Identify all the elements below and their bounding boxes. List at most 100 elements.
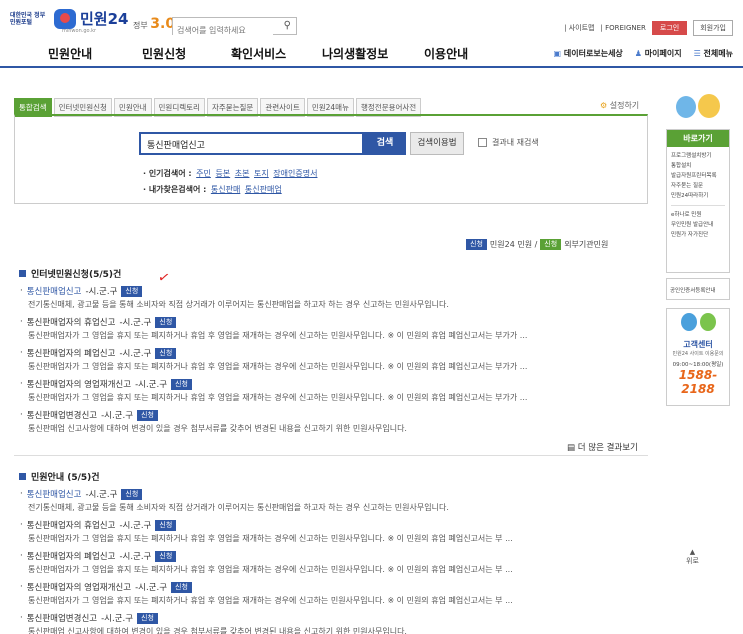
nav-life-info[interactable]: 나의생활정보 xyxy=(322,45,388,62)
top-search-input[interactable] xyxy=(173,22,273,39)
quick-links-title: 바로가기 xyxy=(667,130,729,147)
foreigner-link[interactable]: | FOREIGNER xyxy=(600,24,645,32)
result-title[interactable]: · 통신판매업자의 영업재개신고 -시.군.구 신청 xyxy=(20,581,640,593)
apply-legend-text: 민원24 민원 / xyxy=(489,240,538,249)
apply-legend: 신청 민원24 민원 / 신청 외부기관민원 xyxy=(466,239,608,250)
section-title-guide: 민원안내 (5/5)건 xyxy=(19,470,100,483)
result-desc: 통신판매업자가 그 영업을 휴지 또는 폐지하거나 휴업 후 영업을 재개하는 … xyxy=(28,534,513,543)
chevron-up-icon: ▲ xyxy=(689,548,696,556)
login-button[interactable]: 로그인 xyxy=(651,21,688,35)
gear-icon: ⚙ xyxy=(600,101,608,110)
popular-keyword[interactable]: 주민 xyxy=(196,169,211,178)
mascot-icon xyxy=(699,313,716,331)
section-square-icon xyxy=(19,270,26,277)
result-title[interactable]: · 통신판매업신고 -시.군.구 신청 xyxy=(20,488,640,500)
call-center-panel: 고객센터 민원24 사이트 이용문의 09:00~18:00(평일) 1588-… xyxy=(666,308,730,406)
checkbox-icon xyxy=(478,138,487,147)
list-item: · 통신판매업자의 영업재개신고 -시.군.구 신청 통신판매업자가 그 영업을 휴… xyxy=(20,378,640,403)
section-title-internet-apply: 인터넷민원신청(5/5)건 xyxy=(19,267,121,280)
popular-keyword[interactable]: 등본 xyxy=(215,169,230,178)
nav-minwon-guide[interactable]: 민원안내 xyxy=(48,45,92,62)
list-item: · 통신판매업변경신고 -시.군.구 신청 통신판매업 신고사항에 대하여 변경이 … xyxy=(20,409,640,434)
my-keyword[interactable]: 통신판매업 xyxy=(245,185,282,194)
monitor-icon: ▣ xyxy=(553,49,562,58)
scroll-top-button[interactable]: ▲ 위로 xyxy=(686,548,699,566)
quick-link[interactable]: e하나로 민원 xyxy=(671,210,725,220)
quick-link[interactable]: 발급자원프린터목록 xyxy=(671,171,725,181)
quick-link[interactable]: 무인민원 발급안내 xyxy=(671,220,725,230)
settings-label: 설정하기 xyxy=(609,101,640,110)
quick-link[interactable]: 민원가 자가진단 xyxy=(671,230,725,240)
list-item: · 통신판매업자의 폐업신고 -시.군.구 신청 통신판매업자가 그 영업을 휴지 … xyxy=(20,347,640,372)
nav-confirm-service[interactable]: 확인서비스 xyxy=(231,45,286,62)
apply-badge[interactable]: 신청 xyxy=(155,347,177,359)
gov30-logo[interactable]: 정부 3.0 xyxy=(133,16,175,32)
apply-badge[interactable]: 신청 xyxy=(155,519,177,531)
result-name: 통신판매업자의 영업재개신고 xyxy=(26,583,132,593)
quick-divider xyxy=(671,205,725,206)
logo-subtitle: 대한민국 정부민원포털 xyxy=(10,11,46,26)
search-within-checkbox[interactable]: 결과내 재검색 xyxy=(478,137,539,148)
nav-minwon-apply[interactable]: 민원신청 xyxy=(142,45,186,62)
result-name: 통신판매업신고 xyxy=(26,490,82,500)
result-suffix: -시.군.구 xyxy=(85,287,118,297)
nav-usage-guide[interactable]: 이용안내 xyxy=(424,45,468,62)
divider xyxy=(14,455,648,456)
apply-badge[interactable]: 신청 xyxy=(121,488,143,500)
apply-badge[interactable]: 신청 xyxy=(137,409,158,421)
result-desc: 통신판매업자가 그 영업을 휴지 또는 폐지하거나 휴업 후 영업을 재개하는 … xyxy=(28,362,528,371)
call-center-hours: 09:00~18:00(평일) xyxy=(672,362,724,368)
settings-link[interactable]: ⚙ 설정하기 xyxy=(600,100,639,111)
cert-guide-link[interactable]: 공인인증서등록안내 xyxy=(666,278,730,300)
person-icon: ♟ xyxy=(634,49,642,58)
sitemap-link[interactable]: | 사이트맵 xyxy=(564,23,594,33)
result-title[interactable]: · 통신판매업자의 휴업신고 -시.군.구 신청 xyxy=(20,316,640,328)
result-desc: 통신판매업 신고사항에 대하여 변경이 있을 경우 첨부서류를 갖추어 변경된 … xyxy=(28,424,407,433)
all-menu-label: 전체메뉴 xyxy=(703,49,733,58)
popular-keyword[interactable]: 초본 xyxy=(235,169,250,178)
result-title[interactable]: · 통신판매업변경신고 -시.군.구 신청 xyxy=(20,612,640,624)
apply-badge[interactable]: 신청 xyxy=(121,285,143,297)
search-help-button[interactable]: 검색이용법 xyxy=(410,132,464,155)
result-desc: 통신판매업자가 그 영업을 휴지 또는 폐지하거나 휴업 후 영업을 재개하는 … xyxy=(28,565,513,574)
my-keyword[interactable]: 통신판매 xyxy=(211,185,240,194)
main-search-input[interactable]: 통신판매업신고 xyxy=(139,132,364,155)
apply-badge[interactable]: 신청 xyxy=(155,550,177,562)
result-desc: 전기통신매체, 광고물 등을 통해 소비자와 직접 상거래가 이루어지는 통신판… xyxy=(28,503,449,512)
menu-icon: ☰ xyxy=(693,49,701,58)
search-button[interactable]: 검색 xyxy=(364,132,406,155)
join-button[interactable]: 회원가입 xyxy=(693,20,733,36)
list-item: · 통신판매업자의 휴업신고 -시.군.구 신청 통신판매업자가 그 영업을 휴지 … xyxy=(20,519,640,544)
search-icon[interactable]: ⚲ xyxy=(284,20,291,31)
popular-keyword[interactable]: 토지 xyxy=(254,169,269,178)
data-world-label: 데이터로보는세상 xyxy=(563,49,623,58)
top-search: ⚲ xyxy=(172,17,297,39)
all-menu-link[interactable]: ☰ 전체메뉴 xyxy=(694,48,733,59)
apply-badge[interactable]: 신청 xyxy=(137,612,158,624)
data-world-link[interactable]: ▣ 데이터로보는세상 xyxy=(554,48,623,59)
mypage-link[interactable]: ♟ 마이페이지 xyxy=(635,48,682,59)
result-suffix: -시.군.구 xyxy=(135,380,168,390)
quick-link[interactable]: 프로그램설치방기 xyxy=(671,151,725,161)
more-results-link[interactable]: ▤ 더 많은 결과보기 xyxy=(567,441,638,453)
quick-link[interactable]: 민원24따라하기 xyxy=(671,191,725,201)
site-logo[interactable]: 대한민국 정부민원포털 민원24 xyxy=(10,8,128,29)
my-keywords-label: · 내가찾은검색어 : xyxy=(143,185,207,194)
result-title[interactable]: · 통신판매업자의 폐업신고 -시.군.구 신청 xyxy=(20,347,640,359)
result-title[interactable]: · 통신판매업자의 폐업신고 -시.군.구 신청 xyxy=(20,550,640,562)
quick-links-panel: 바로가기 프로그램설치방기 통합설치 발급자원프린터목록 자주묻는 질문 민원2… xyxy=(666,129,730,273)
list-item: · 통신판매업자의 폐업신고 -시.군.구 신청 통신판매업자가 그 영업을 휴지 … xyxy=(20,550,640,575)
result-title[interactable]: · 통신판매업변경신고 -시.군.구 신청 xyxy=(20,409,640,421)
call-center-number: 1588-2188 xyxy=(678,368,718,396)
result-title[interactable]: · 통신판매업신고 -시.군.구 신청 xyxy=(20,285,640,297)
apply-badge[interactable]: 신청 xyxy=(155,316,177,328)
quick-link[interactable]: 통합설치 xyxy=(671,161,725,171)
quick-link[interactable]: 자주묻는 질문 xyxy=(671,181,725,191)
search-panel xyxy=(14,114,648,204)
result-title[interactable]: · 통신판매업자의 휴업신고 -시.군.구 신청 xyxy=(20,519,640,531)
apply-badge[interactable]: 신청 xyxy=(171,378,192,390)
result-title[interactable]: · 통신판매업자의 영업재개신고 -시.군.구 신청 xyxy=(20,378,640,390)
apply-badge[interactable]: 신청 xyxy=(171,581,192,593)
popular-keyword[interactable]: 장애인증명서 xyxy=(273,169,317,178)
result-suffix: -시.군.구 xyxy=(101,614,134,624)
